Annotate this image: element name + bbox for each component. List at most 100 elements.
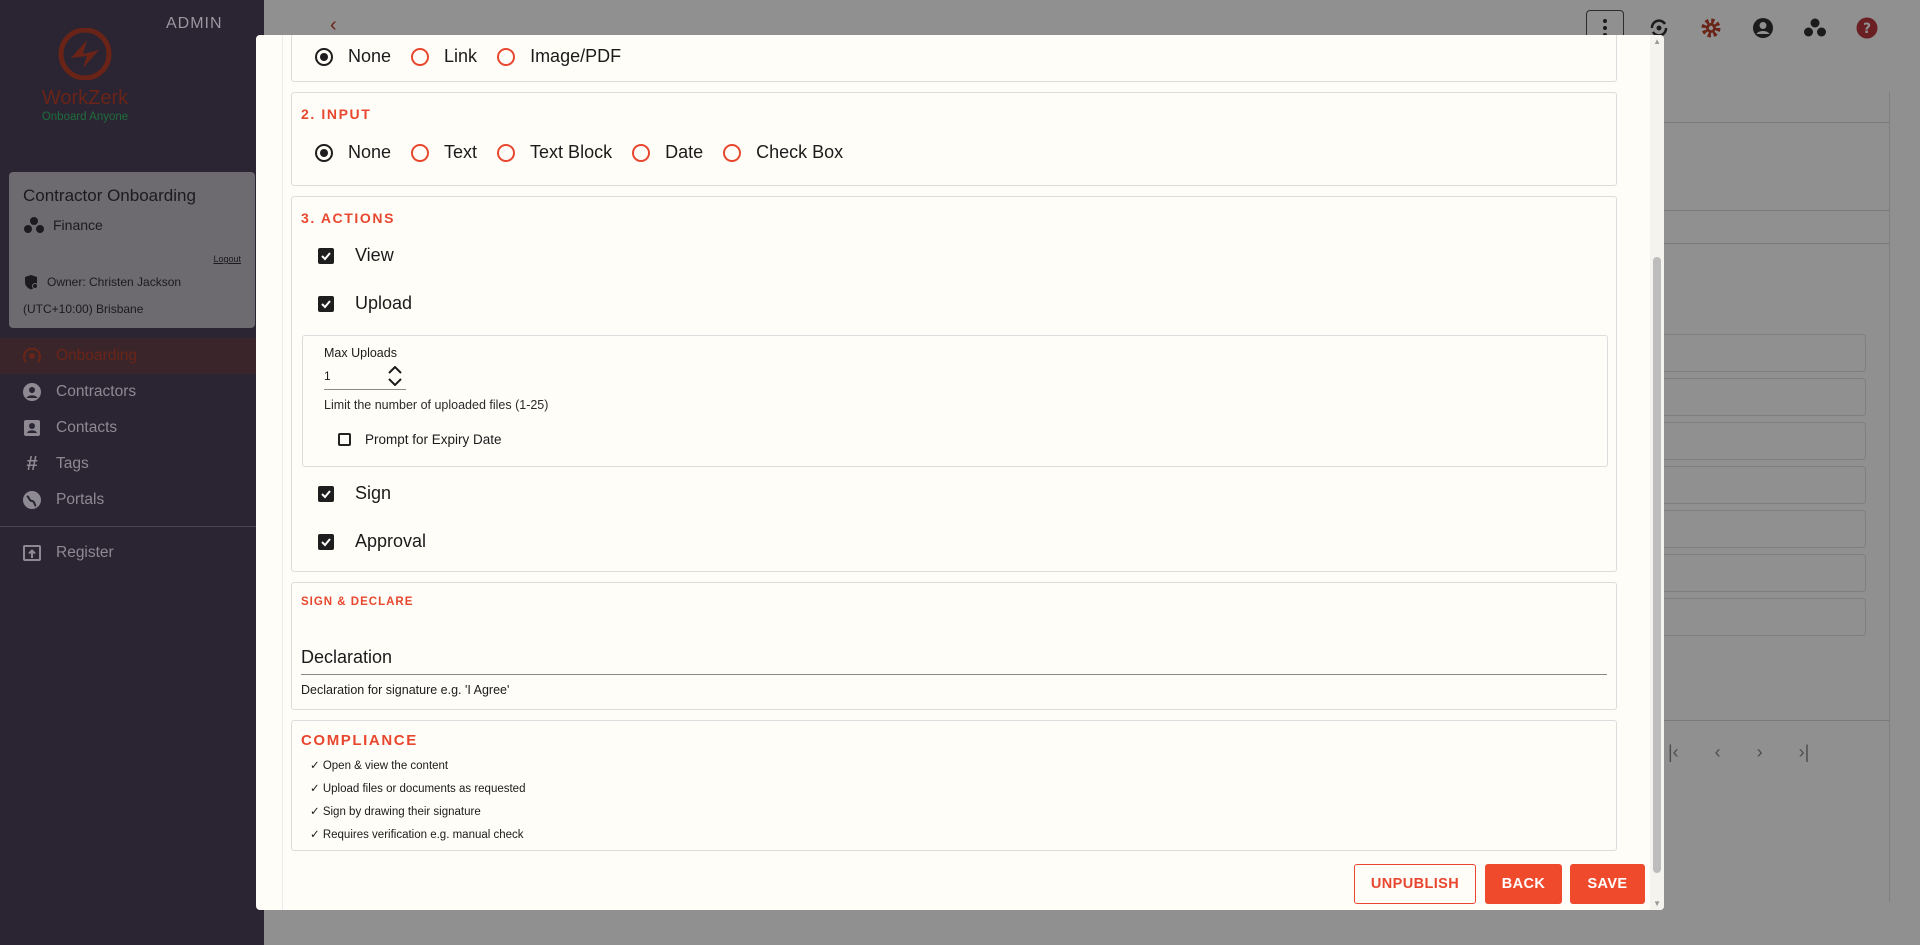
checkbox-label: Sign bbox=[355, 483, 392, 503]
expiry-date-checkbox[interactable]: Prompt for Expiry Date bbox=[338, 432, 502, 447]
checkbox-label: View bbox=[355, 245, 394, 265]
sidebar-item-onboarding[interactable]: Onboarding bbox=[0, 338, 264, 374]
chevron-down-icon[interactable] bbox=[388, 378, 402, 386]
checkbox-checked-icon bbox=[318, 533, 334, 550]
input-text[interactable]: Text bbox=[411, 142, 477, 163]
scroll-up-icon[interactable]: ▲ bbox=[1653, 37, 1661, 46]
bg-divider bbox=[1660, 243, 1890, 244]
logout-link[interactable]: Logout bbox=[213, 254, 241, 264]
save-button[interactable]: SAVE bbox=[1570, 864, 1645, 904]
input-none[interactable]: None bbox=[315, 142, 391, 163]
bg-divider bbox=[1660, 210, 1890, 211]
person-icon bbox=[22, 382, 42, 402]
radio-checked-icon bbox=[315, 47, 333, 66]
radio-unchecked-icon bbox=[723, 143, 742, 162]
sidebar-item-label: Contacts bbox=[56, 419, 118, 436]
workflow-title: Contractor Onboarding bbox=[23, 186, 196, 205]
bg-divider bbox=[1660, 720, 1890, 721]
content-type-link[interactable]: Link bbox=[411, 46, 477, 67]
next-page-icon[interactable]: › bbox=[1757, 742, 1763, 763]
settings-icon[interactable] bbox=[1694, 11, 1728, 45]
bg-row bbox=[1660, 554, 1866, 592]
globe-icon bbox=[22, 490, 42, 510]
sidebar-nav: Onboarding Contractors Contacts # Tags P… bbox=[0, 338, 264, 571]
compliance-item: ✓ Sign by drawing their signature bbox=[310, 806, 481, 818]
input-section: 2. INPUT None Text Text Block Date Check… bbox=[291, 92, 1617, 186]
brand-logo[interactable]: WorkZerk Onboard Anyone bbox=[30, 27, 140, 123]
back-chevron-icon[interactable]: ‹ bbox=[330, 14, 337, 37]
radio-label: Date bbox=[665, 142, 704, 162]
chevron-up-icon[interactable] bbox=[388, 366, 402, 374]
input-text-block[interactable]: Text Block bbox=[497, 142, 612, 163]
sidebar: ADMIN WorkZerk Onboard Anyone Contractor… bbox=[0, 0, 264, 945]
radio-label: Link bbox=[444, 46, 478, 66]
brand-tagline: Onboard Anyone bbox=[41, 111, 129, 123]
svg-text:?: ? bbox=[1863, 21, 1871, 37]
unpublish-button[interactable]: UNPUBLISH bbox=[1354, 864, 1476, 904]
workflow-card: Contractor Onboarding Finance Logout Own… bbox=[9, 172, 255, 328]
radio-unchecked-icon bbox=[497, 143, 516, 162]
sidebar-item-contractors[interactable]: Contractors bbox=[0, 374, 264, 410]
shield-person-icon bbox=[25, 275, 38, 290]
view-checkbox[interactable]: View bbox=[318, 245, 394, 266]
admin-label: ADMIN bbox=[166, 15, 223, 32]
sign-checkbox[interactable]: Sign bbox=[318, 483, 391, 504]
radio-label: Text bbox=[444, 142, 478, 162]
declaration-helper: Declaration for signature e.g. 'I Agree' bbox=[301, 683, 510, 697]
compliance-item: ✓ Requires verification e.g. manual chec… bbox=[310, 829, 524, 841]
sidebar-item-label: Portals bbox=[56, 491, 105, 508]
sidebar-item-label: Tags bbox=[56, 455, 89, 472]
checkbox-checked-icon bbox=[318, 295, 334, 312]
checkbox-checked-icon bbox=[318, 247, 334, 264]
sidebar-item-contacts[interactable]: Contacts bbox=[0, 410, 264, 446]
upload-checkbox[interactable]: Upload bbox=[318, 293, 412, 314]
group-icon[interactable] bbox=[1798, 11, 1832, 45]
radio-checked-icon bbox=[315, 143, 333, 162]
content-type-radio-group: None Link Image/PDF bbox=[315, 46, 641, 67]
upload-options-box: Max Uploads 1 Limit the number of upload… bbox=[302, 335, 1608, 467]
dialog-scrollbar[interactable]: ▲ ▼ bbox=[1650, 35, 1664, 910]
compliance-list: ✓ Open & view the content ✓ Upload files… bbox=[310, 755, 525, 847]
account-icon[interactable] bbox=[1746, 11, 1780, 45]
checkbox-checked-icon bbox=[318, 485, 334, 502]
back-button[interactable]: BACK bbox=[1485, 864, 1562, 904]
onboarding-icon bbox=[22, 346, 42, 366]
bg-row bbox=[1660, 422, 1866, 460]
contacts-icon bbox=[22, 418, 42, 438]
actions-section: 3. ACTIONS View Upload Max Uploads 1 Lim… bbox=[291, 196, 1617, 572]
prev-page-icon[interactable]: ‹ bbox=[1715, 742, 1721, 763]
group-icon bbox=[24, 217, 44, 233]
last-page-icon[interactable]: ›| bbox=[1799, 742, 1810, 763]
sidebar-item-tags[interactable]: # Tags bbox=[0, 446, 264, 482]
dialog-content: None Link Image/PDF 2. INPUT None Text T… bbox=[282, 35, 1646, 910]
department: Finance bbox=[23, 216, 241, 234]
checkbox-label: Approval bbox=[355, 531, 427, 551]
compliance-item: ✓ Upload files or documents as requested bbox=[310, 783, 526, 795]
approval-checkbox[interactable]: Approval bbox=[318, 531, 426, 552]
sidebar-item-portals[interactable]: Portals bbox=[0, 482, 264, 518]
radio-unchecked-icon bbox=[497, 47, 516, 66]
nav-divider bbox=[0, 526, 264, 527]
input-check-box[interactable]: Check Box bbox=[723, 142, 843, 163]
sidebar-item-label: Contractors bbox=[56, 383, 137, 400]
first-page-icon[interactable]: |‹ bbox=[1668, 742, 1679, 763]
declaration-input[interactable]: Declaration bbox=[301, 645, 1607, 675]
help-icon[interactable]: ? bbox=[1850, 11, 1884, 45]
actions-section-title: 3. ACTIONS bbox=[301, 210, 396, 226]
content-type-none[interactable]: None bbox=[315, 46, 391, 67]
bg-row bbox=[1660, 510, 1866, 548]
input-section-title: 2. INPUT bbox=[301, 106, 372, 122]
scrollbar-thumb[interactable] bbox=[1653, 257, 1661, 873]
sidebar-item-label: Register bbox=[56, 544, 114, 561]
max-uploads-label: Max Uploads bbox=[324, 346, 397, 360]
compliance-title: COMPLIANCE bbox=[301, 732, 418, 749]
sign-declare-section: SIGN & DECLARE Declaration Declaration f… bbox=[291, 582, 1617, 710]
content-type-image-pdf[interactable]: Image/PDF bbox=[497, 46, 621, 67]
scroll-down-icon[interactable]: ▼ bbox=[1653, 899, 1661, 908]
max-uploads-stepper[interactable] bbox=[386, 362, 404, 390]
radio-unchecked-icon bbox=[411, 143, 430, 162]
owner-label: Owner: Christen Jackson bbox=[47, 275, 182, 289]
input-date[interactable]: Date bbox=[632, 142, 703, 163]
sidebar-item-register[interactable]: Register bbox=[0, 535, 264, 571]
department-label: Finance bbox=[53, 217, 103, 233]
